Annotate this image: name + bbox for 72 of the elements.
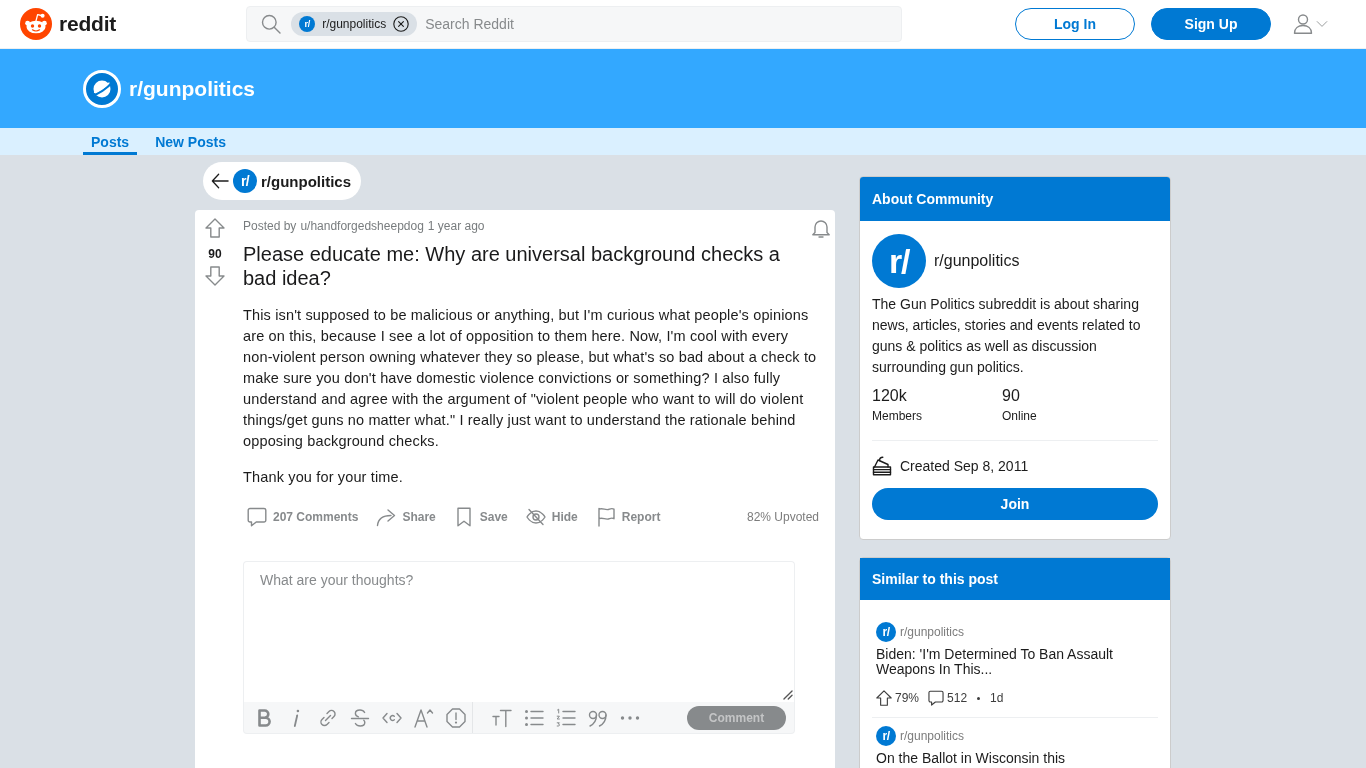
share-button[interactable]: Share [372,501,440,533]
post-time: 1 year ago [427,218,485,234]
upvote-ratio: 82% Upvoted [746,510,819,524]
user-menu[interactable] [1293,14,1328,34]
community-icon: r/ [299,16,316,32]
stat-label: Online [1002,408,1037,424]
comment-count: 512 [947,690,968,706]
community-name[interactable]: r/gunpolitics [900,625,965,639]
community-icon: r/ [233,169,257,193]
hide-button[interactable]: Hide [521,501,582,533]
caret-icon [1316,18,1328,30]
community-title: r/gunpolitics [129,76,255,101]
cake-icon [872,456,892,476]
sign-up-button[interactable]: Sign Up [1151,8,1271,40]
post-paragraph: Thank you for your time. [243,468,404,487]
flag-icon [595,507,616,527]
exclamation-icon[interactable] [446,707,466,728]
resize-handle-icon[interactable] [783,690,793,700]
tab[interactable]: Posts [83,128,138,155]
stat-value: 90 [1002,386,1020,406]
numbered-list-icon[interactable] [556,707,576,728]
back-arrow-icon [211,172,229,190]
search-bar[interactable]: r/ r/gunpolitics Search Reddit [246,6,903,42]
speech-bubble-icon [928,690,945,706]
card-header: About Community [860,177,1170,221]
community-icon: r/ [872,234,926,288]
user-icon [1293,14,1313,34]
link-icon[interactable] [318,707,338,728]
stat-value: 120k [872,386,907,406]
report-button[interactable]: Report [591,501,665,533]
bulleted-list-icon[interactable] [524,707,544,728]
upvote-arrow-icon[interactable] [205,218,225,238]
similar-post-title[interactable]: On the Ballot in Wisconsin this [876,751,1154,766]
logo-text[interactable]: reddit [59,12,117,36]
superscript-icon[interactable] [414,707,434,728]
stat-label: Members [872,408,922,424]
eye-slash-icon [525,507,546,527]
upvote-percentage: 79% [895,690,920,706]
up-arrow-icon [876,690,892,706]
similar-post-title[interactable]: Biden: 'I'm Determined To Ban Assault Weapons In This... [876,647,1154,677]
search-icon [261,14,282,34]
strikethrough-icon[interactable] [350,707,370,728]
text-size-icon[interactable] [492,707,512,728]
downvote-arrow-icon[interactable] [205,266,225,286]
post-paragraph: This isn't supposed to be malicious or anything, but I'm curious what people's opinions are on this, because I see a lot of opposition to them here. Now, I'm cool with every non-violent person owning whatever they so please, but what's so bad about a check to make sure you don't have domestic violence convictions or something? I also fully understand and agree with the argument of "violent people who want to will do violent things/get guns no matter what." I really just want to understand the rationale behind opposing background checks. [243,306,818,451]
author-link[interactable]: u/handforgedsheepdog [300,218,424,234]
back-button[interactable]: r/ r/gunpolitics [203,162,361,200]
logo-icon[interactable] [20,8,52,40]
join-button[interactable]: Join [872,488,1158,520]
bell-icon[interactable] [811,218,831,238]
comments-button[interactable]: 207 Comments [243,501,363,533]
community-icon: r/ [876,726,896,746]
community-description: The Gun Politics subreddit is about sharing news, articles, stories and events related to guns & politics as well as discussion surrounding gun politics. [872,295,1142,377]
comment-field[interactable]: What are your thoughts? [243,561,795,702]
community-icon: r/ [876,622,896,642]
log-in-button[interactable]: Log In [1015,8,1135,40]
post-title: Please educate me: Why are universal background checks a bad idea? [243,242,781,290]
post-age: 1d [990,690,1004,706]
community-chip[interactable]: r/ r/gunpolitics [291,12,418,36]
share-arrow-icon [376,507,397,527]
vote-score: 90 [208,246,222,262]
tab[interactable]: New Posts [147,128,234,155]
community-name[interactable]: r/gunpolitics [900,729,965,743]
planet-icon [83,69,121,108]
speech-bubble-icon [247,507,267,527]
community-name[interactable]: r/gunpolitics [934,252,1020,270]
close-icon[interactable] [393,16,410,32]
posted-by-label: Posted by [243,218,297,234]
created-date: Created Sep 8, 2011 [900,458,1029,474]
save-button[interactable]: Save [449,501,512,533]
card-header: Similar to this post [860,558,1170,600]
dot-icon [977,696,981,700]
